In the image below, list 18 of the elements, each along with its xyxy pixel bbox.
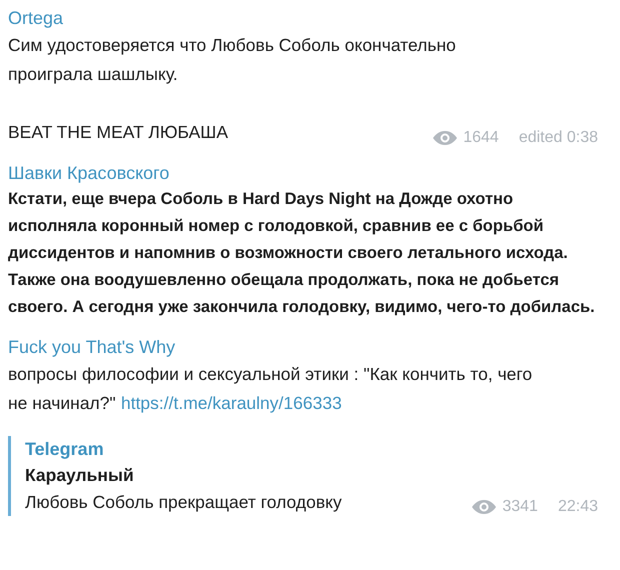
message-time: 22:43 (558, 498, 598, 516)
message-text: вопросы философии и сексуальной этики : "Как кончить то, чего не начинал?" https://t.me/karaulny/166333 (8, 363, 534, 415)
eye-icon (433, 131, 458, 145)
message-text: Сим удостоверяется что Любовь Соболь окончательно проиграла шашлыку. (8, 34, 457, 86)
author-name[interactable]: Ortega (8, 6, 612, 31)
author-name[interactable]: Шавки Красовского (8, 161, 612, 186)
link-preview[interactable]: Telegram Караульный Любовь Соболь прекращает голодовку (8, 436, 342, 516)
view-count: 1644 (463, 129, 499, 147)
eye-icon (472, 500, 496, 514)
view-count: 3341 (502, 498, 538, 516)
message-time: edited 0:38 (518, 129, 598, 147)
author-name[interactable]: Fuck you That's Why (8, 335, 612, 360)
preview-title: Караульный (25, 464, 135, 487)
message-text: BEAT THE MEAT ЛЮБАША (8, 121, 228, 144)
preview-description: Любовь Соболь прекращает голодовку (25, 491, 342, 514)
message-link[interactable]: https://t.me/karaulny/166333 (120, 393, 342, 413)
message-text: Кстати, еще вчера Соболь в Hard Days Night на Дожде охотно исполняла коронный номер с голодовкой, сравнив ее с борьбой диссидентов и напомнив о возможности своего летального исхода. Также она воодушевленно обещала продолжать, пока не добьется своего. А сегодня уже закончила голодовку, видимо, чего-то добилась. (8, 189, 596, 318)
preview-site: Telegram (25, 438, 105, 461)
